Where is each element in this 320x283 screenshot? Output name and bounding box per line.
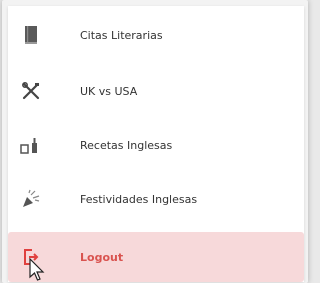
party-popper-icon [20, 188, 42, 210]
menu-item-recetas-inglesas[interactable]: Recetas Inglesas [8, 120, 304, 170]
crossed-tools-icon [20, 80, 42, 102]
menu-item-label: Citas Literarias [80, 28, 163, 42]
menu-item-festividades-inglesas[interactable]: Festividades Inglesas [8, 174, 304, 224]
menu-item-label: Logout [80, 250, 124, 264]
menu-item-uk-vs-usa[interactable]: UK vs USA [8, 66, 304, 116]
menu-window: Citas Literarias UK vs USA Recetas Ingle… [2, 0, 308, 283]
kitchen-icon [20, 134, 42, 156]
logout-icon [20, 246, 42, 268]
logout-button[interactable]: Logout [8, 232, 304, 282]
menu-item-label: Recetas Inglesas [80, 138, 173, 152]
book-icon [20, 24, 42, 46]
menu-item-citas-literarias[interactable]: Citas Literarias [8, 10, 304, 60]
dropdown-menu: Citas Literarias UK vs USA Recetas Ingle… [8, 6, 304, 282]
menu-item-label: UK vs USA [80, 84, 138, 98]
menu-item-label: Festividades Inglesas [80, 192, 198, 206]
